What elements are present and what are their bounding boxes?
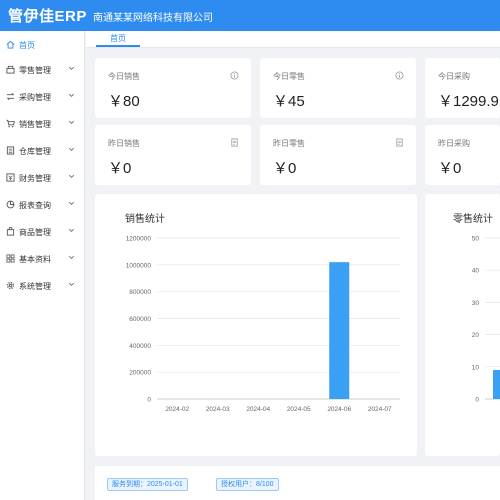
retail-chart: 0 10 20 30 40 50	[472, 236, 500, 404]
shopping-bag-icon	[6, 227, 15, 236]
bar-partial	[493, 370, 500, 399]
sidebar-item-home[interactable]: 首页	[0, 31, 85, 58]
chevron-down-icon	[69, 174, 74, 178]
sidebar-item-warehouse[interactable]: 仓库管理	[0, 137, 85, 164]
tab-home[interactable]: 首页	[96, 33, 140, 47]
stat-card-yesterday-sales: 昨日销售 ￥0	[95, 125, 251, 185]
gear-icon	[6, 281, 15, 290]
stat-label: 今日采购	[438, 72, 470, 81]
stat-label: 昨日零售	[273, 139, 305, 148]
sidebar-item-sales[interactable]: 销售管理	[0, 110, 85, 137]
chevron-down-icon	[69, 228, 74, 232]
sidebar-item-reports[interactable]: 报表查询	[0, 191, 85, 218]
sidebar-item-purchase[interactable]: 采购管理	[0, 83, 85, 110]
chevron-down-icon	[69, 255, 74, 259]
sidebar-item-label: 商品管理	[19, 228, 51, 237]
sidebar-item-label: 基本资料	[19, 255, 51, 264]
sales-chart-card: 销售统计 0 200000 400000 600000 800000 1000000 120…	[95, 194, 417, 456]
sidebar-item-label: 销售管理	[19, 120, 51, 129]
sidebar-item-label: 采购管理	[19, 93, 51, 102]
expiry-badge: 服务到期：2025-01-01	[107, 478, 188, 491]
y-tick-label: 1000000	[126, 262, 152, 269]
x-tick-label: 2024-03	[206, 406, 230, 413]
x-tick-label: 2024-04	[246, 406, 270, 413]
stat-label: 昨日销售	[108, 139, 140, 148]
grid-icon	[6, 254, 15, 263]
users-badge: 授权用户：8/100	[216, 478, 279, 491]
info-icon[interactable]	[230, 71, 239, 80]
x-tick-label: 2024-02	[165, 406, 189, 413]
cart-icon	[6, 119, 15, 128]
chevron-down-icon	[69, 201, 74, 205]
app-brand[interactable]: 管伊佳ERP	[8, 5, 87, 26]
home-icon	[6, 40, 15, 49]
stat-value: ￥0	[108, 160, 132, 177]
sidebar-item-label: 报表查询	[19, 201, 51, 210]
chevron-down-icon	[69, 147, 74, 151]
y-tick-label: 50	[472, 236, 480, 243]
y-tick-label: 200000	[129, 370, 151, 377]
y-tick-label: 0	[475, 397, 479, 404]
document-icon	[231, 138, 238, 147]
document-icon	[396, 138, 403, 147]
pie-chart-icon	[6, 200, 15, 209]
chevron-down-icon	[69, 120, 74, 124]
stat-card-yesterday-retail: 昨日零售 ￥0	[260, 125, 416, 185]
y-tick-label: 400000	[129, 343, 151, 350]
y-tick-label: 40	[472, 268, 480, 275]
sidebar-item-label: 财务管理	[19, 174, 51, 183]
chevron-down-icon	[69, 66, 74, 70]
info-icon[interactable]	[395, 71, 404, 80]
chevron-down-icon	[69, 93, 74, 97]
y-tick-label: 20	[472, 332, 480, 339]
stat-card-yesterday-purchase: 昨日采购 ￥0	[425, 125, 500, 185]
sidebar-item-system[interactable]: 系统管理	[0, 272, 85, 299]
sidebar-item-label: 仓库管理	[19, 147, 51, 156]
stat-label: 今日销售	[108, 72, 140, 81]
company-name: 南通某某网络科技有限公司	[93, 13, 213, 24]
stat-value: ￥0	[438, 160, 462, 177]
y-tick-label: 30	[472, 300, 480, 307]
sidebar-item-finance[interactable]: 财务管理	[0, 164, 85, 191]
chevron-down-icon	[69, 282, 74, 286]
stat-value: ￥1299.9	[438, 93, 499, 110]
y-tick-label: 10	[472, 364, 480, 371]
finance-icon	[6, 173, 15, 182]
x-tick-label: 2024-06	[327, 406, 351, 413]
sidebar: 首页 零售管理 采购管理 销售管理 仓库管理 财务管理 报表查询 商品管理 基本…	[0, 31, 85, 500]
sidebar-item-label: 零售管理	[19, 66, 51, 75]
footer-bar: 服务到期：2025-01-01 授权用户：8/100	[95, 466, 500, 500]
stat-card-today-retail: 今日零售 ￥45	[260, 58, 416, 118]
app-header: 管伊佳ERP 南通某某网络科技有限公司	[0, 0, 500, 31]
retail-chart-card: 零售统计 0 10 20 30 40 50	[425, 194, 500, 456]
transfer-icon	[6, 93, 15, 100]
x-tick-label: 2024-07	[368, 406, 392, 413]
y-tick-label: 600000	[129, 316, 151, 323]
x-tick-label: 2024-05	[287, 406, 311, 413]
stat-label: 昨日采购	[438, 139, 470, 148]
stat-value: ￥0	[273, 160, 297, 177]
stat-value: ￥80	[108, 93, 140, 110]
sidebar-item-label: 系统管理	[19, 282, 51, 291]
bar-2024-06	[329, 262, 350, 399]
y-tick-label: 800000	[129, 289, 151, 296]
sidebar-item-products[interactable]: 商品管理	[0, 218, 85, 245]
y-tick-label: 1200000	[126, 236, 152, 243]
y-tick-label: 0	[147, 397, 151, 404]
sidebar-item-basic-data[interactable]: 基本资料	[0, 245, 85, 272]
sidebar-item-retail[interactable]: 零售管理	[0, 56, 85, 83]
sidebar-item-label: 首页	[19, 41, 35, 50]
stat-value: ￥45	[273, 93, 305, 110]
stat-card-today-purchase: 今日采购 ￥1299.9	[425, 58, 500, 118]
register-icon	[6, 65, 15, 74]
sales-chart: 0 200000 400000 600000 800000 1000000 1200000 2…	[126, 236, 400, 413]
tab-bar: 首页	[86, 31, 500, 48]
stat-card-today-sales: 今日销售 ￥80	[95, 58, 251, 118]
warehouse-icon	[6, 146, 15, 155]
stat-label: 今日零售	[273, 72, 305, 81]
